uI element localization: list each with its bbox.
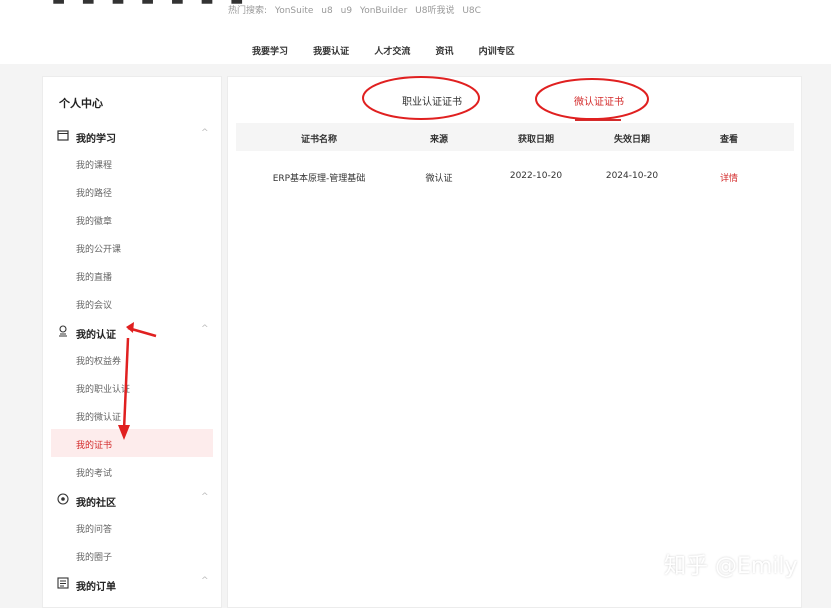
cert-name: ERP基本原理-管理基础 (272, 174, 366, 184)
sidebar-item-paths[interactable]: 我的路径 (76, 186, 112, 199)
nav-talent[interactable]: 人才交流 (374, 47, 410, 57)
nav-learn[interactable]: 我要学习 (252, 47, 288, 57)
column-header: 获取日期 (517, 135, 555, 145)
sidebar-item-micro-cert[interactable]: 我的微认证 (76, 410, 121, 423)
active-tab-indicator (575, 119, 621, 121)
nav-news[interactable]: 资讯 (435, 47, 453, 57)
calendar-icon (57, 130, 69, 141)
details-link[interactable]: 详情 (720, 171, 738, 184)
sidebar-group-certification[interactable]: 我的认证 ^ (43, 323, 221, 343)
table-header: 证书名称 来源 获取日期 失效日期 查看 (236, 123, 794, 151)
hot-term[interactable]: U8C (462, 6, 481, 16)
column-header: 证书名称 (300, 135, 338, 145)
column-header: 来源 (429, 135, 449, 145)
community-icon (57, 493, 69, 505)
sidebar-item-exams[interactable]: 我的考试 (76, 466, 112, 479)
tab-professional-certificates[interactable]: 职业认证证书 (402, 93, 462, 108)
hot-term[interactable]: YonSuite (275, 6, 314, 16)
cert-source: 微认证 (425, 174, 453, 184)
nav-training[interactable]: 内训专区 (479, 47, 515, 57)
sidebar-group-label: 我的社区 (76, 498, 116, 509)
order-icon (57, 577, 69, 589)
hot-term[interactable]: U8听我说 (415, 6, 454, 16)
tab-micro-certificates[interactable]: 微认证证书 (574, 93, 624, 108)
column-header: 查看 (719, 135, 739, 145)
sidebar-item-vouchers[interactable]: 我的权益券 (76, 354, 121, 367)
sidebar-group-label: 我的认证 (76, 330, 116, 341)
hot-term[interactable]: u9 (341, 6, 352, 16)
chevron-up-icon: ^ (201, 576, 209, 586)
sidebar-group-learning[interactable]: 我的学习 ^ (43, 127, 221, 147)
sidebar-group-orders[interactable]: 我的订单 ^ (43, 575, 221, 595)
site-logo[interactable]: ■ ■ ■ ■ ■ ■ ■ (52, 0, 249, 6)
sidebar-item-certificates[interactable]: 我的证书 (76, 438, 112, 451)
sidebar-item-qa[interactable]: 我的问答 (76, 522, 112, 535)
sidebar-group-label: 我的学习 (76, 134, 116, 145)
sidebar-group-community[interactable]: 我的社区 ^ (43, 491, 221, 511)
sidebar-item-courses[interactable]: 我的课程 (76, 158, 112, 171)
nav-certify[interactable]: 我要认证 (313, 47, 349, 57)
top-header: ■ ■ ■ ■ ■ ■ ■ 热门搜索: YonSuite u8 u9 YonBu… (0, 0, 831, 64)
sidebar-item-open-courses[interactable]: 我的公开课 (76, 242, 121, 255)
cert-expiry-date: 2024-10-20 (605, 171, 659, 181)
watermark: 知乎 @Emily (664, 554, 798, 579)
sidebar-item-meetings[interactable]: 我的会议 (76, 298, 112, 311)
sidebar-item-circles[interactable]: 我的圈子 (76, 550, 112, 563)
hot-term[interactable]: u8 (321, 6, 332, 16)
cert-acquired-date: 2022-10-20 (509, 171, 563, 181)
sidebar-title: 个人中心 (59, 97, 103, 110)
chevron-up-icon: ^ (201, 324, 209, 334)
sidebar-item-live[interactable]: 我的直播 (76, 270, 112, 283)
chevron-up-icon: ^ (201, 128, 209, 138)
chevron-up-icon: ^ (201, 492, 209, 502)
hot-term[interactable]: YonBuilder (360, 6, 407, 16)
sidebar-item-professional-cert[interactable]: 我的职业认证 (76, 382, 130, 395)
main-nav: 我要学习 我要认证 人才交流 资讯 内训专区 (252, 44, 537, 57)
certificate-panel: 职业认证证书 微认证证书 证书名称 来源 获取日期 失效日期 查看 ERP基本原… (227, 76, 802, 608)
sidebar: 个人中心 我的学习 ^ 我的课程 我的路径 我的徽章 我的公开课 我的直播 我的… (42, 76, 222, 608)
sidebar-group-label: 我的订单 (76, 582, 116, 593)
hot-search-label: 热门搜索: (228, 6, 268, 16)
sidebar-item-badges[interactable]: 我的徽章 (76, 214, 112, 227)
certificate-icon (59, 325, 67, 337)
column-header: 失效日期 (613, 135, 651, 145)
hot-search-bar: 热门搜索: YonSuite u8 u9 YonBuilder U8听我说 U8… (228, 3, 486, 16)
